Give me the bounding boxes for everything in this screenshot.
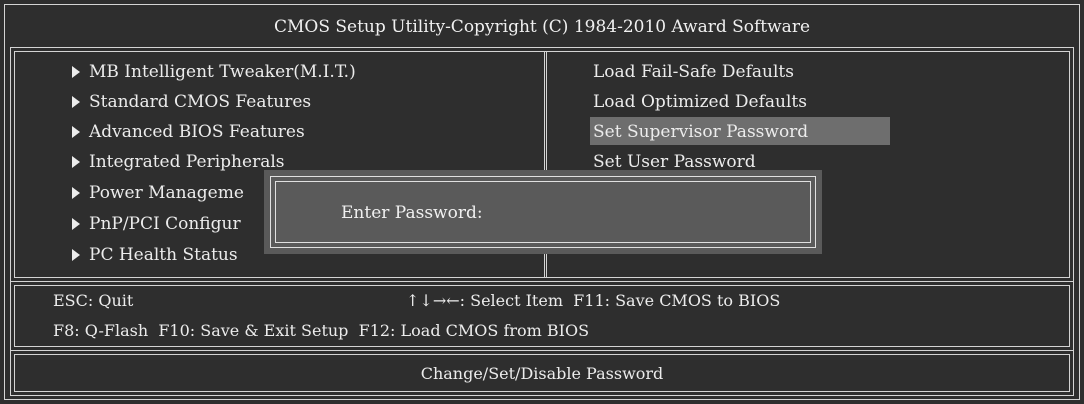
status-text: Change/Set/Disable Password <box>14 354 1070 392</box>
menu-item-integrated-peripherals[interactable]: Integrated Peripherals <box>72 149 285 175</box>
header-title: CMOS Setup Utility-Copyright (C) 1984-20… <box>5 5 1079 49</box>
menu-item-pc-health[interactable]: PC Health Status <box>72 242 238 268</box>
password-input[interactable]: Enter Password: <box>341 201 491 225</box>
password-prompt-label: Enter Password: <box>341 203 483 223</box>
menu-item-load-fail-safe[interactable]: Load Fail-Safe Defaults <box>593 59 794 85</box>
submenu-arrow-icon <box>72 96 80 108</box>
menu-item-label: Advanced BIOS Features <box>89 122 305 142</box>
menu-item-label: Integrated Peripherals <box>89 152 285 172</box>
bios-screen: CMOS Setup Utility-Copyright (C) 1984-20… <box>0 0 1084 404</box>
menu-item-set-supervisor-password[interactable]: Set Supervisor Password <box>593 119 808 145</box>
submenu-arrow-icon <box>72 187 80 199</box>
menu-item-load-optimized[interactable]: Load Optimized Defaults <box>593 89 807 115</box>
help-function-keys: F8: Q-Flash F10: Save & Exit Setup F12: … <box>53 320 590 340</box>
menu-item-label: MB Intelligent Tweaker(M.I.T.) <box>89 62 356 82</box>
submenu-arrow-icon <box>72 218 80 230</box>
submenu-arrow-icon <box>72 66 80 78</box>
menu-item-advanced-bios[interactable]: Advanced BIOS Features <box>72 119 305 145</box>
submenu-arrow-icon <box>72 126 80 138</box>
submenu-arrow-icon <box>72 249 80 261</box>
menu-item-label: Power Manageme <box>89 183 244 203</box>
menu-item-power-management[interactable]: Power Manageme <box>72 180 244 206</box>
submenu-arrow-icon <box>72 156 80 168</box>
help-esc-quit: ESC: Quit <box>53 290 134 310</box>
menu-item-label: Standard CMOS Features <box>89 92 312 112</box>
menu-item-pnp-pci[interactable]: PnP/PCI Configur <box>72 211 241 237</box>
menu-item-label: PC Health Status <box>89 245 238 265</box>
help-navigation: ↑↓→←: Select Item F11: Save CMOS to BIOS <box>406 290 781 310</box>
menu-item-label: PnP/PCI Configur <box>89 214 241 234</box>
menu-item-standard-cmos[interactable]: Standard CMOS Features <box>72 89 311 115</box>
menu-item-mit[interactable]: MB Intelligent Tweaker(M.I.T.) <box>72 59 356 85</box>
